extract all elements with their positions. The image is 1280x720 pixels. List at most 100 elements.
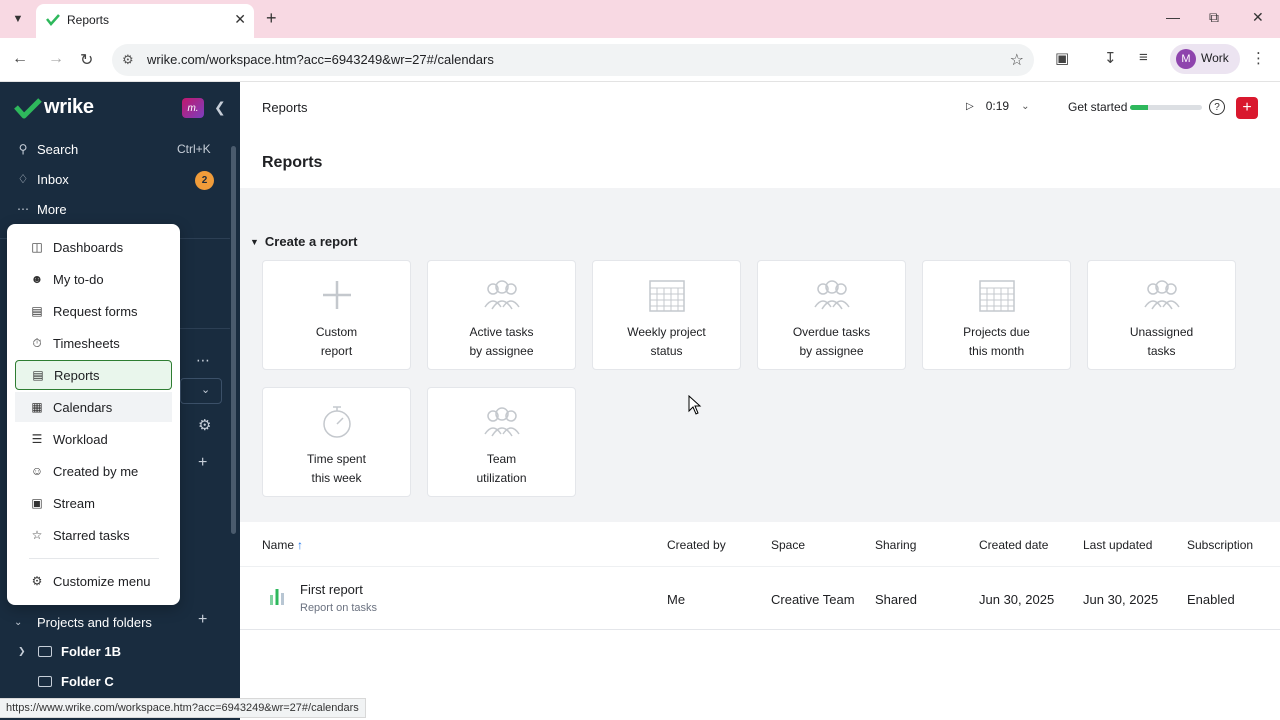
column-header-space[interactable]: Space (771, 538, 805, 552)
create-report-section-toggle[interactable]: ▼ Create a report (250, 234, 357, 249)
person-icon: ☺ (30, 464, 44, 478)
column-header-created-by[interactable]: Created by (667, 538, 726, 552)
bookmark-star-icon[interactable]: ☆ (1010, 50, 1024, 70)
form-icon: ▤ (31, 304, 43, 318)
menu-item-dashboards[interactable]: ◫ Dashboards (15, 232, 172, 262)
get-started-progress[interactable] (1130, 105, 1202, 110)
site-settings-icon[interactable]: ⚙ (122, 52, 134, 68)
chevron-down-icon[interactable]: ⌄ (1021, 101, 1029, 112)
play-icon[interactable]: ▷ (966, 101, 974, 112)
report-name[interactable]: First report (300, 582, 363, 597)
menu-item-label: Workload (53, 431, 108, 447)
search-shortcut: Ctrl+K (177, 142, 211, 156)
menu-item-stream[interactable]: ▣ Stream (15, 488, 172, 518)
column-header-name[interactable]: Name ↑ (262, 538, 303, 552)
chevron-down-icon: ⌄ (14, 616, 23, 628)
template-card-weekly-project-status[interactable]: Weekly project status (592, 260, 741, 370)
timer-widget[interactable]: ▷ 0:19 ⌄ (966, 99, 1029, 113)
chevron-right-icon[interactable]: ❯ (18, 646, 30, 657)
space-select[interactable]: ⌄ (180, 378, 222, 404)
column-header-subscription[interactable]: Subscription (1187, 538, 1253, 552)
search-button[interactable]: ⚲ Search (14, 138, 79, 160)
url-text[interactable]: wrike.com/workspace.htm?acc=6943249&wr=2… (147, 52, 494, 67)
more-button[interactable]: ⋯ More (14, 198, 67, 220)
template-card-overdue-tasks[interactable]: Overdue tasks by assignee (757, 260, 906, 370)
help-icon[interactable]: ? (1209, 99, 1225, 115)
add-new-button[interactable]: + (1236, 97, 1258, 119)
menu-item-calendars[interactable]: ▦ Calendars (15, 392, 172, 422)
url-bar[interactable]: ⚙ wrike.com/workspace.htm?acc=6943249&wr… (112, 44, 1034, 76)
add-project-icon[interactable]: + (198, 611, 207, 629)
cell-created-by: Me (667, 592, 686, 607)
extensions-icon[interactable]: ▣ (1055, 49, 1069, 67)
breadcrumb[interactable]: Reports (262, 100, 308, 115)
restore-icon[interactable]: ⧉ (1209, 9, 1219, 26)
address-toolbar: ← → ↻ ⚙ wrike.com/workspace.htm?acc=6943… (0, 38, 1280, 82)
column-header-created-date[interactable]: Created date (979, 538, 1048, 552)
profile-label: Work (1201, 51, 1229, 65)
template-card-team-utilization[interactable]: Team utilization (427, 387, 576, 497)
sort-arrow-icon: ↑ (297, 538, 304, 552)
plus-icon (322, 281, 351, 309)
new-tab-icon[interactable]: + (266, 8, 277, 29)
column-label: Name (262, 538, 295, 552)
gear-icon[interactable]: ⚙ (198, 416, 211, 434)
people-icon (483, 280, 520, 310)
menu-divider (29, 558, 159, 559)
media-control-icon[interactable]: ≡ (1139, 49, 1148, 66)
forward-icon[interactable]: → (48, 50, 64, 68)
inbox-count-badge: 2 (195, 171, 214, 190)
minimize-icon[interactable]: — (1166, 9, 1180, 25)
profile-button[interactable]: M Work (1170, 44, 1240, 74)
menu-item-label: Request forms (53, 303, 138, 319)
mouse-cursor-icon (688, 395, 702, 415)
browser-tab[interactable]: Reports ✕ (36, 4, 254, 38)
table-row[interactable]: First report Report on tasks Me Creative… (240, 566, 1280, 630)
workload-icon: ☰ (31, 432, 43, 446)
menu-item-request-forms[interactable]: ▤ Request forms (15, 296, 172, 326)
stopwatch-icon: ⏱ (32, 335, 42, 350)
menu-item-workload[interactable]: ☰ Workload (15, 424, 172, 454)
template-card-active-tasks[interactable]: Active tasks by assignee (427, 260, 576, 370)
menu-item-label: Created by me (53, 463, 139, 479)
template-card-time-spent[interactable]: Time spent this week (262, 387, 411, 497)
menu-item-label: Starred tasks (53, 527, 130, 543)
menu-item-created-by-me[interactable]: ☺ Created by me (15, 456, 172, 486)
customize-menu-button[interactable]: ⚙ Customize menu (15, 566, 172, 596)
calendar-grid-icon (648, 280, 685, 312)
menu-item-reports[interactable]: ▤ Reports (15, 360, 172, 390)
cell-created-date: Jun 30, 2025 (979, 592, 1055, 607)
collapse-sidebar-icon[interactable]: ❮ (214, 99, 226, 116)
download-icon[interactable]: ↧ (1104, 49, 1117, 67)
folder-item[interactable]: ❯ Folder 1B (18, 640, 121, 662)
column-header-sharing[interactable]: Sharing (875, 538, 916, 552)
wrike-logo[interactable]: wrike (14, 96, 94, 119)
folder-icon (38, 675, 52, 687)
sidebar-scrollbar[interactable] (231, 146, 236, 534)
people-icon (1143, 280, 1180, 310)
menu-item-my-to-do[interactable]: ☻ My to-do (15, 264, 172, 294)
tab-search-chevron-icon[interactable]: ▼ (8, 9, 28, 29)
add-icon[interactable]: + (198, 454, 207, 472)
search-label: Search (37, 141, 79, 157)
menu-item-label: Timesheets (53, 335, 120, 351)
menu-item-timesheets[interactable]: ⏱ Timesheets (15, 328, 172, 358)
template-label: Weekly project status (627, 325, 706, 358)
column-header-last-updated[interactable]: Last updated (1083, 538, 1152, 552)
tab-close-icon[interactable]: ✕ (234, 11, 246, 28)
reload-icon[interactable]: ↻ (80, 50, 93, 70)
folder-item[interactable]: Folder C (18, 670, 114, 692)
template-card-custom-report[interactable]: Custom report (262, 260, 411, 370)
menu-item-starred-tasks[interactable]: ☆ Starred tasks (15, 520, 172, 550)
get-started-label[interactable]: Get started (1068, 100, 1127, 114)
window-close-icon[interactable]: ✕ (1252, 9, 1264, 26)
projects-and-folders[interactable]: ⌄ Projects and folders (14, 611, 224, 633)
space-options-icon[interactable]: ⋯ (196, 352, 210, 369)
back-icon[interactable]: ← (12, 50, 28, 68)
workspace-badge[interactable]: m. (182, 98, 204, 118)
template-card-projects-due[interactable]: Projects due this month (922, 260, 1071, 370)
template-card-unassigned-tasks[interactable]: Unassigned tasks (1087, 260, 1236, 370)
browser-menu-icon[interactable]: ⋮ (1251, 49, 1266, 67)
more-menu: ◫ Dashboards ☻ My to-do ▤ Request forms … (7, 224, 180, 605)
inbox-button[interactable]: ♢ Inbox (14, 168, 69, 190)
